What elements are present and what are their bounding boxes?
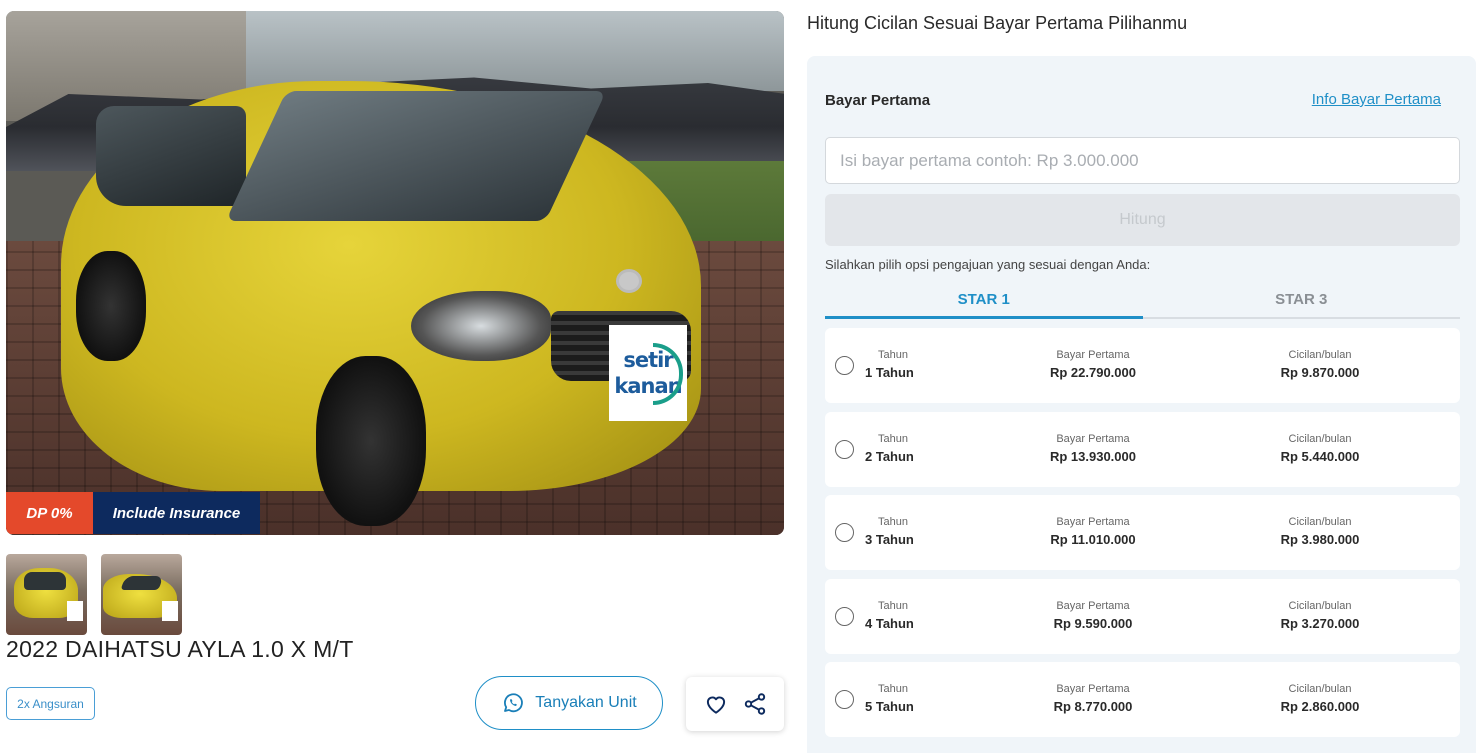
car-front-wheel (316, 356, 426, 526)
monthly-value: Rp 5.440.000 (1280, 448, 1360, 464)
option-radio[interactable] (835, 690, 854, 709)
monthly-value: Rp 9.870.000 (1280, 365, 1360, 380)
share-button[interactable] (741, 690, 769, 718)
dp-value: Rp 9.590.000 (1053, 615, 1133, 631)
thumb-window (24, 572, 66, 590)
dp-label: Bayar Pertama (1056, 349, 1130, 361)
installment-options: Tahun 1 Tahun Bayar Pertama Rp 22.790.000 … (825, 328, 1460, 746)
tenor-value: 3 Tahun (865, 532, 914, 547)
option-radio[interactable] (835, 606, 854, 626)
car-rear-wheel (76, 251, 146, 361)
car-title: 2022 DAIHATSU AYLA 1.0 X M/T (6, 636, 354, 662)
dp-value: Rp 8.770.000 (1053, 699, 1133, 714)
tenor-label: Tahun (878, 683, 908, 695)
monthly-value: Rp 3.270.000 (1280, 615, 1360, 631)
car-headlight (411, 291, 551, 361)
dp-value: Rp 13.930.000 (1049, 448, 1136, 464)
setir-kanan-watermark: setir kanan (609, 325, 687, 421)
ask-unit-label: Tanyakan Unit (535, 694, 637, 711)
dp-label: Bayar Pertama (1056, 516, 1130, 528)
installment-heading: Hitung Cicilan Sesuai Bayar Pertama Pili… (807, 13, 1188, 33)
thumbnail-2[interactable] (101, 554, 182, 635)
hitung-button[interactable]: Hitung (825, 194, 1460, 246)
car-side-window (96, 106, 246, 206)
installment-option[interactable]: Tahun 2 Tahun Bayar Pertama Rp 13.930.000 … (825, 411, 1460, 487)
option-radio[interactable] (835, 439, 854, 459)
monthly-label: Cicilan/bulan (1288, 432, 1352, 445)
dp-label: Bayar Pertama (1056, 432, 1130, 445)
tenor-value: 5 Tahun (865, 699, 914, 714)
installment-option[interactable]: Tahun 3 Tahun Bayar Pertama Rp 11.010.000 … (825, 495, 1460, 570)
angsuran-tag: 2x Angsuran (6, 687, 95, 720)
car-windshield (225, 91, 607, 221)
thumbnail-strip (6, 554, 182, 635)
thumb-window (120, 576, 164, 590)
monthly-label: Cicilan/bulan (1288, 683, 1352, 695)
heart-icon (706, 696, 725, 714)
tenor-label: Tahun (878, 516, 908, 528)
bayar-pertama-input[interactable] (825, 137, 1460, 184)
option-radio[interactable] (835, 523, 854, 542)
tenor-value: 2 Tahun (865, 448, 914, 464)
tenor-value: 4 Tahun (865, 615, 914, 631)
monthly-label: Cicilan/bulan (1288, 516, 1352, 528)
bayar-pertama-label: Bayar Pertama (825, 92, 931, 109)
dp-badge: DP 0% (6, 492, 93, 534)
installment-option[interactable]: Tahun 1 Tahun Bayar Pertama Rp 22.790.000 … (825, 328, 1460, 403)
badge-row: DP 0% Include Insurance (6, 492, 260, 534)
thumb-watermark (67, 601, 83, 621)
favorite-button[interactable] (702, 690, 730, 718)
tab-star-1[interactable]: STAR 1 (825, 282, 1143, 319)
whatsapp-icon (504, 693, 524, 713)
installment-option[interactable]: Tahun 4 Tahun Bayar Pertama Rp 9.590.000 C… (825, 578, 1460, 654)
option-hint: Silahkan pilih opsi pengajuan yang sesua… (825, 257, 1151, 272)
monthly-label: Cicilan/bulan (1288, 599, 1352, 612)
car-emblem (616, 269, 642, 293)
installment-panel: Bayar Pertama Info Bayar Pertama Hitung … (807, 56, 1476, 753)
dp-label: Bayar Pertama (1056, 683, 1130, 695)
tenor-label: Tahun (878, 599, 908, 612)
tab-star-3[interactable]: STAR 3 (1143, 282, 1461, 317)
package-tabs: STAR 1 STAR 3 (825, 282, 1460, 319)
car-photo[interactable]: setir kanan DP 0% Include Insurance (6, 11, 784, 535)
tenor-label: Tahun (878, 349, 908, 361)
action-box (686, 677, 784, 731)
dp-value: Rp 22.790.000 (1049, 365, 1136, 380)
monthly-label: Cicilan/bulan (1288, 349, 1352, 361)
thumb-watermark (162, 601, 178, 621)
dp-value: Rp 11.010.000 (1050, 532, 1136, 547)
monthly-value: Rp 2.860.000 (1280, 699, 1360, 714)
dp-label: Bayar Pertama (1056, 599, 1130, 612)
thumbnail-1[interactable] (6, 554, 87, 635)
tenor-value: 1 Tahun (865, 365, 914, 380)
share-icon (744, 693, 765, 715)
info-bayar-pertama-link[interactable]: Info Bayar Pertama (1312, 91, 1441, 108)
ask-unit-button[interactable]: Tanyakan Unit (475, 676, 663, 730)
option-radio[interactable] (835, 356, 854, 375)
tenor-label: Tahun (878, 432, 908, 445)
installment-option[interactable]: Tahun 5 Tahun Bayar Pertama Rp 8.770.000 C… (825, 662, 1460, 737)
monthly-value: Rp 3.980.000 (1280, 532, 1360, 547)
insurance-badge: Include Insurance (93, 492, 260, 534)
